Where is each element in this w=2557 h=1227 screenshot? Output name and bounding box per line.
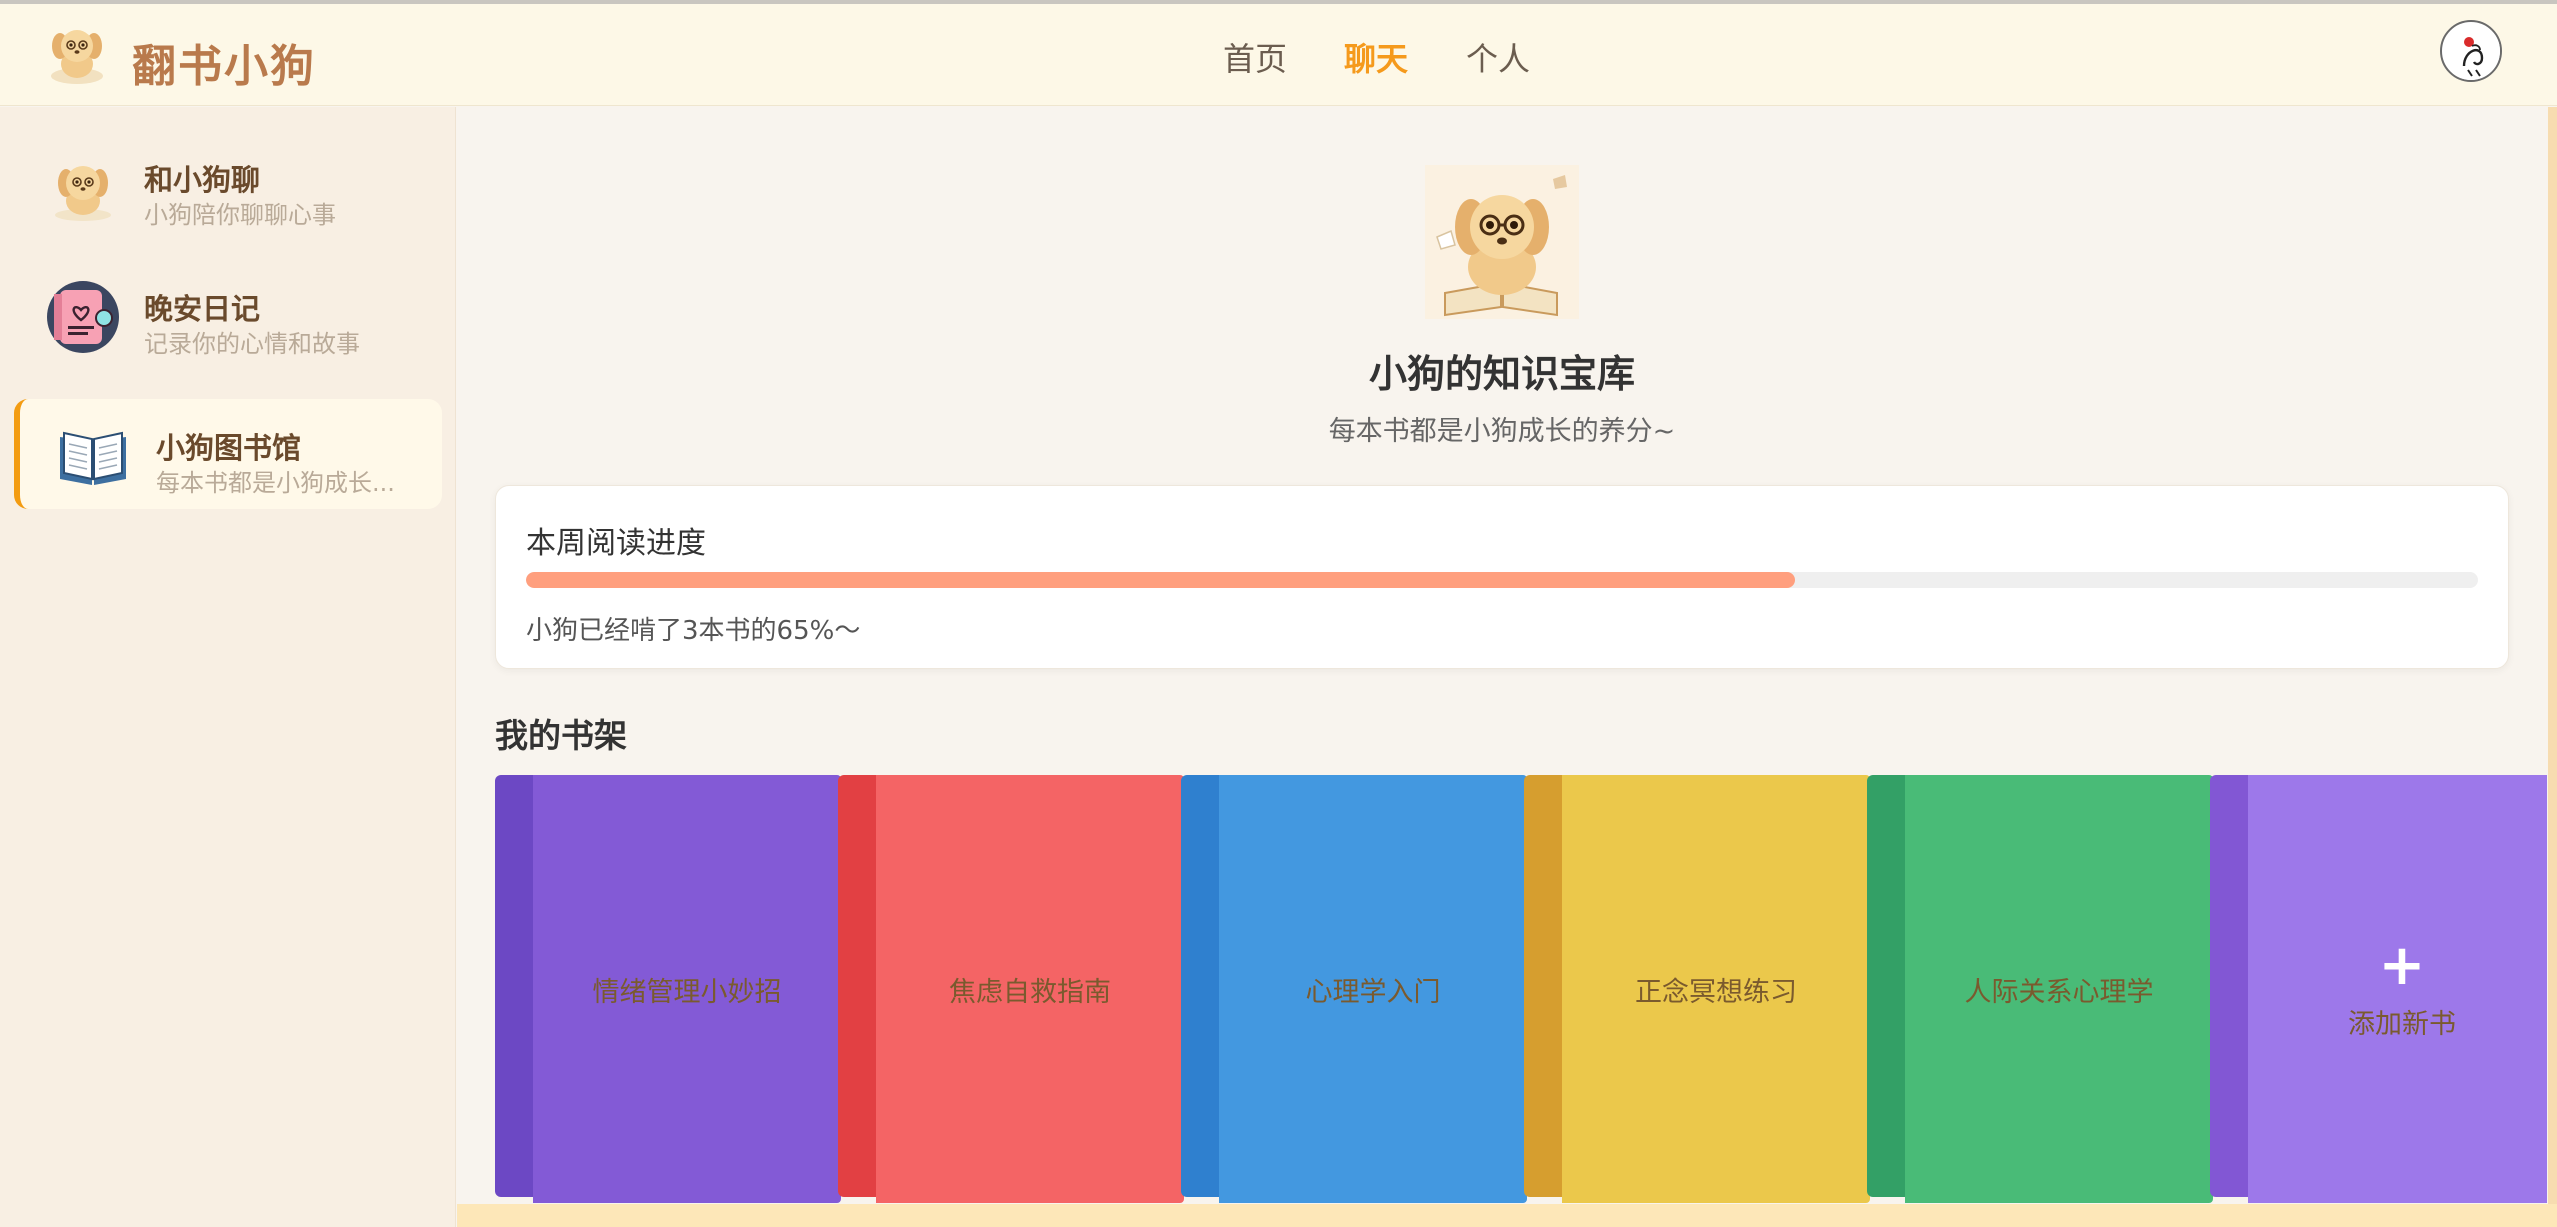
book-cover: 正念冥想练习: [1562, 775, 1870, 1203]
sidebar-item-goodnight-diary[interactable]: 晚安日记 记录你的心情和故事: [14, 260, 442, 370]
sidebar-item-subtitle: 每本书都是小狗成长...: [156, 469, 395, 497]
book-title: 正念冥想练习: [1635, 976, 1797, 1008]
sidebar-item-subtitle: 记录你的心情和故事: [144, 330, 360, 358]
book-cover: 焦虑自救指南: [876, 775, 1184, 1203]
book-title: 焦虑自救指南: [949, 976, 1111, 1008]
book-spine: [1867, 775, 1907, 1197]
puppy-icon: [46, 151, 120, 225]
sidebar-item-title: 和小狗聊: [144, 163, 261, 197]
book-cover: + 添加新书: [2248, 775, 2547, 1203]
add-book-label: 添加新书: [2348, 1008, 2456, 1040]
sidebar-item-subtitle: 小狗陪你聊聊心事: [144, 201, 336, 229]
book-spine: [495, 775, 535, 1197]
sidebar-item-title: 小狗图书馆: [156, 431, 302, 465]
diary-icon: [46, 280, 120, 354]
book-cover: 情绪管理小妙招: [533, 775, 841, 1203]
reading-progress-card: 本周阅读进度 小狗已经啃了3本书的65%～: [495, 485, 2509, 669]
book-cover: 心理学入门: [1219, 775, 1527, 1203]
puppy-reading-illustration: [1425, 165, 1579, 319]
progress-bar-fill: [526, 572, 1795, 588]
plus-icon: +: [2378, 932, 2426, 998]
progress-bar: [526, 572, 2478, 588]
bookshelf: 情绪管理小妙招 焦虑自救指南 心理学入门 正念冥想练习 人际关系心理学 + 添加…: [495, 775, 2547, 1215]
book-item[interactable]: 焦虑自救指南: [838, 775, 1184, 1209]
top-header: 翻书小狗 首页 聊天 个人: [0, 4, 2557, 106]
nav-home[interactable]: 首页: [1223, 34, 1287, 80]
progress-title: 本周阅读进度: [526, 526, 706, 561]
open-book-icon: [56, 419, 130, 493]
page-title: 小狗的知识宝库: [1368, 352, 1635, 396]
book-item[interactable]: 正念冥想练习: [1524, 775, 1870, 1209]
page-subtitle: 每本书都是小狗成长的养分~: [1328, 416, 1676, 447]
book-item[interactable]: 心理学入门: [1181, 775, 1527, 1209]
book-title: 心理学入门: [1305, 976, 1441, 1008]
book-title: 情绪管理小妙招: [592, 976, 782, 1008]
book-title: 人际关系心理学: [1964, 976, 2154, 1008]
add-book-button[interactable]: + 添加新书: [2210, 775, 2547, 1209]
sidebar: 和小狗聊 小狗陪你聊聊心事 晚安日记 记录你的心情和故事 小狗图书馆 每本书都是…: [0, 107, 456, 1227]
main-nav: 首页 聊天 个人: [0, 34, 2557, 84]
progress-text: 小狗已经啃了3本书的65%～: [526, 616, 861, 646]
nav-profile[interactable]: 个人: [1466, 34, 1530, 80]
book-spine: [1524, 775, 1564, 1197]
sidebar-item-puppy-library[interactable]: 小狗图书馆 每本书都是小狗成长...: [14, 399, 442, 509]
book-spine: [838, 775, 878, 1197]
book-item[interactable]: 情绪管理小妙招: [495, 775, 841, 1209]
nav-chat[interactable]: 聊天: [1344, 34, 1408, 80]
book-spine: [2210, 775, 2250, 1197]
footer-strip: [457, 1204, 2557, 1227]
bookshelf-title: 我的书架: [495, 716, 627, 755]
book-cover: 人际关系心理学: [1905, 775, 2213, 1203]
scroll-edge: [2548, 107, 2557, 1227]
sidebar-item-chat-with-puppy[interactable]: 和小狗聊 小狗陪你聊聊心事: [14, 131, 442, 241]
book-item[interactable]: 人际关系心理学: [1867, 775, 2213, 1209]
book-spine: [1181, 775, 1221, 1197]
user-avatar[interactable]: [2440, 20, 2502, 82]
sidebar-item-title: 晚安日记: [144, 292, 261, 326]
main-content: 小狗的知识宝库 每本书都是小狗成长的养分~ 本周阅读进度 小狗已经啃了3本书的6…: [457, 107, 2547, 1227]
